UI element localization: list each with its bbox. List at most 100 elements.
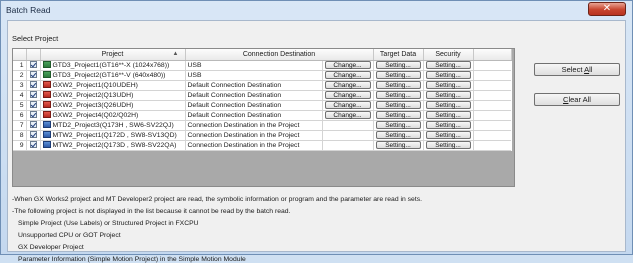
security-setting-button[interactable]: Setting... bbox=[425, 131, 471, 139]
project-name: GTD3_Project1(GT16**-X (1024x768)) bbox=[52, 61, 170, 69]
row-checkbox[interactable] bbox=[29, 71, 37, 79]
project-name: GXW2_Project4(Q02/Q02H) bbox=[52, 111, 139, 119]
security-setting-button[interactable]: Setting... bbox=[425, 141, 471, 149]
change-button[interactable]: Change... bbox=[324, 61, 371, 69]
gt-designer-icon bbox=[42, 71, 51, 79]
security-cell: Setting... bbox=[423, 130, 474, 141]
target-data-setting-button[interactable]: Setting... bbox=[375, 141, 421, 149]
note-line: -The following project is not displayed … bbox=[12, 208, 291, 215]
note-line: -When GX Works2 project and MT Developer… bbox=[12, 196, 423, 203]
dialog-body: Select Project Project ▲ Connection Dest… bbox=[7, 20, 626, 263]
header-security[interactable]: Security bbox=[423, 49, 474, 61]
row-number: 4 bbox=[13, 90, 27, 101]
clear-all-button[interactable]: Clear All bbox=[534, 93, 620, 106]
security-setting-button[interactable]: Setting... bbox=[425, 111, 471, 119]
filler-cell bbox=[473, 100, 512, 111]
connection-cell: USB bbox=[185, 60, 323, 71]
row-checkbox[interactable] bbox=[29, 91, 37, 99]
header-project[interactable]: Project ▲ bbox=[40, 49, 186, 61]
row-checkbox-cell bbox=[26, 120, 41, 131]
target-data-cell: Setting... bbox=[373, 90, 424, 101]
header-filler bbox=[473, 49, 512, 61]
title-bar: Batch Read ✕ bbox=[1, 1, 632, 19]
change-button[interactable]: Change... bbox=[324, 81, 371, 89]
security-setting-button[interactable]: Setting... bbox=[425, 81, 471, 89]
mt-developer-icon bbox=[42, 141, 51, 149]
target-data-setting-button[interactable]: Setting... bbox=[375, 81, 421, 89]
connection-cell: Connection Destination in the Project bbox=[185, 140, 323, 151]
security-setting-button[interactable]: Setting... bbox=[425, 101, 471, 109]
project-name: GTD3_Project2(GT16**-V (640x480)) bbox=[52, 71, 166, 79]
project-cell: MTW2_Project2(Q173D , SW8-SV22QA) bbox=[40, 140, 186, 151]
row-checkbox[interactable] bbox=[29, 111, 37, 119]
change-button[interactable]: Change... bbox=[324, 101, 371, 109]
close-button[interactable]: ✕ bbox=[588, 2, 626, 16]
table-row[interactable]: 5 GXW2_Project3(Q26UDH) Default Connection… bbox=[13, 100, 512, 111]
connection-cell: Default Connection Destination bbox=[185, 100, 323, 111]
row-number: 9 bbox=[13, 140, 27, 151]
project-cell: MTW2_Project1(Q172D , SW8-SV13QD) bbox=[40, 130, 186, 141]
note-line: Simple Project (Use Labels) or Structure… bbox=[18, 220, 199, 227]
select-all-button[interactable]: Select All bbox=[534, 63, 620, 76]
header-target-data[interactable]: Target Data bbox=[373, 49, 424, 61]
change-button[interactable]: Change... bbox=[324, 111, 371, 119]
row-checkbox-cell bbox=[26, 130, 41, 141]
change-button[interactable]: Change... bbox=[324, 91, 371, 99]
mt-developer-icon bbox=[42, 121, 51, 129]
target-data-setting-button[interactable]: Setting... bbox=[375, 101, 421, 109]
target-data-setting-button[interactable]: Setting... bbox=[375, 61, 421, 69]
row-checkbox[interactable] bbox=[29, 101, 37, 109]
connection-cell: Connection Destination in the Project bbox=[185, 120, 323, 131]
row-number: 7 bbox=[13, 120, 27, 131]
header-connection[interactable]: Connection Destination bbox=[185, 49, 374, 61]
row-checkbox[interactable] bbox=[29, 81, 37, 89]
target-data-setting-button[interactable]: Setting... bbox=[375, 91, 421, 99]
target-data-setting-button[interactable]: Setting... bbox=[375, 111, 421, 119]
connection-cell: Default Connection Destination bbox=[185, 90, 323, 101]
target-data-cell: Setting... bbox=[373, 100, 424, 111]
table-row[interactable]: 7 MTD2_Project3(Q173H , SW6-SV22QJ) Connec… bbox=[13, 120, 512, 131]
table-row[interactable]: 9 MTW2_Project2(Q173D , SW8-SV22QA) Connec… bbox=[13, 140, 512, 151]
table-row[interactable]: 3 GXW2_Project1(Q10UDEH) Default Connectio… bbox=[13, 80, 512, 91]
project-cell: MTD2_Project3(Q173H , SW6-SV22QJ) bbox=[40, 120, 186, 131]
row-number: 2 bbox=[13, 70, 27, 81]
table-row[interactable]: 8 MTW2_Project1(Q172D , SW8-SV13QD) Connec… bbox=[13, 130, 512, 141]
header-project-label: Project bbox=[101, 50, 124, 58]
change-cell: Change... bbox=[322, 60, 374, 71]
connection-value: Connection Destination in the Project bbox=[187, 131, 300, 139]
target-data-setting-button[interactable]: Setting... bbox=[375, 121, 421, 129]
row-checkbox[interactable] bbox=[29, 61, 37, 69]
filler-cell bbox=[473, 80, 512, 91]
security-setting-button[interactable]: Setting... bbox=[425, 91, 471, 99]
table-row[interactable]: 1 GTD3_Project1(GT16**-X (1024x768)) USB Ch… bbox=[13, 60, 512, 71]
gx-works-icon bbox=[42, 81, 51, 89]
change-cell: Change... bbox=[322, 100, 374, 111]
change-cell bbox=[322, 120, 374, 131]
security-setting-button[interactable]: Setting... bbox=[425, 61, 471, 69]
filler-cell bbox=[473, 90, 512, 101]
header-connection-label: Connection Destination bbox=[242, 50, 316, 58]
row-checkbox-cell bbox=[26, 140, 41, 151]
row-checkbox[interactable] bbox=[29, 121, 37, 129]
change-button[interactable]: Change... bbox=[324, 71, 371, 79]
row-number: 3 bbox=[13, 80, 27, 91]
security-cell: Setting... bbox=[423, 60, 474, 71]
close-icon: ✕ bbox=[602, 3, 612, 14]
target-data-setting-button[interactable]: Setting... bbox=[375, 71, 421, 79]
row-number: 6 bbox=[13, 110, 27, 121]
row-checkbox[interactable] bbox=[29, 141, 37, 149]
security-cell: Setting... bbox=[423, 80, 474, 91]
security-setting-button[interactable]: Setting... bbox=[425, 121, 471, 129]
row-checkbox-cell bbox=[26, 90, 41, 101]
gt-designer-icon bbox=[42, 61, 51, 69]
security-cell: Setting... bbox=[423, 110, 474, 121]
table-row[interactable]: 4 GXW2_Project2(Q13UDH) Default Connection… bbox=[13, 90, 512, 101]
change-cell: Change... bbox=[322, 90, 374, 101]
row-checkbox[interactable] bbox=[29, 131, 37, 139]
table-row[interactable]: 6 GXW2_Project4(Q02/Q02H) Default Connecti… bbox=[13, 110, 512, 121]
connection-cell: Connection Destination in the Project bbox=[185, 130, 323, 141]
security-setting-button[interactable]: Setting... bbox=[425, 71, 471, 79]
project-grid[interactable]: Project ▲ Connection Destination Target … bbox=[12, 48, 515, 187]
table-row[interactable]: 2 GTD3_Project2(GT16**-V (640x480)) USB Cha… bbox=[13, 70, 512, 81]
target-data-setting-button[interactable]: Setting... bbox=[375, 131, 421, 139]
